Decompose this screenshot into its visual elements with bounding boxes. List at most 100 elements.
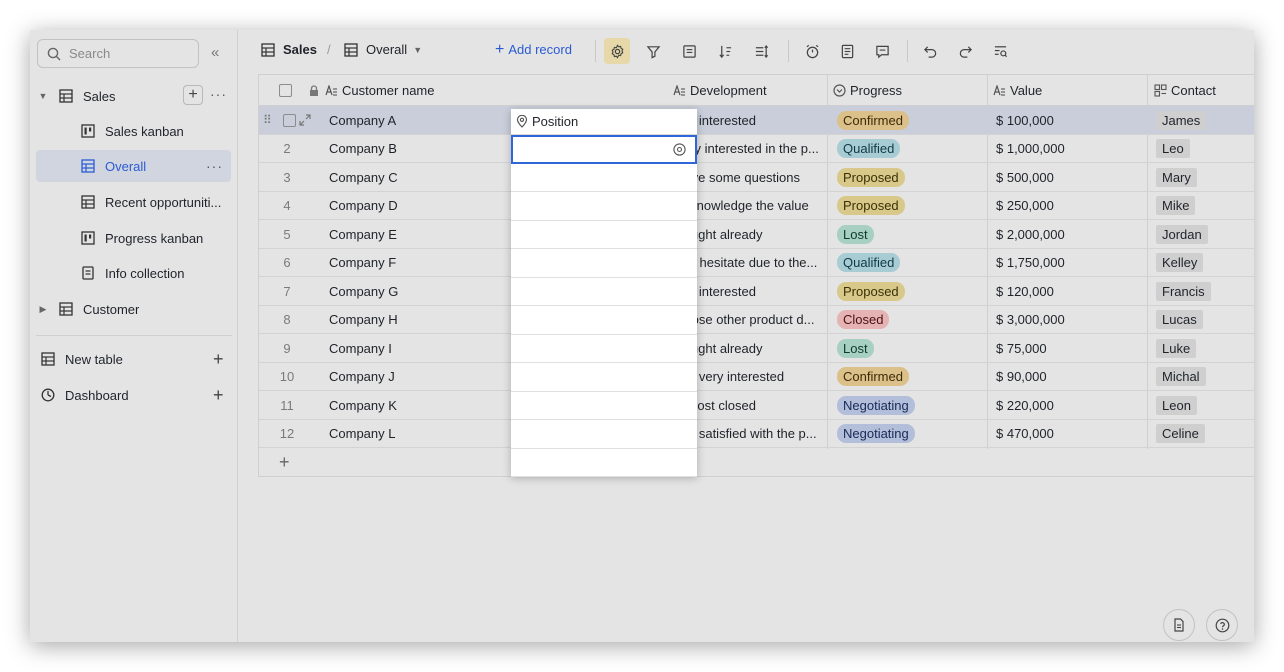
table-row[interactable]: ⠿ Company A Not interested Confirmed $ 100,0… (259, 106, 1254, 135)
select-all-checkbox[interactable] (279, 75, 299, 106)
add-row-button[interactable]: + (279, 453, 290, 471)
cell-value[interactable]: $ 1,750,000 (996, 249, 1142, 277)
table-row[interactable]: 2 Company B Very interested in the p... Qua… (259, 135, 1254, 163)
cell-development[interactable]: Acknowledge the value (675, 192, 823, 220)
expand-arrow-icon[interactable]: ▶ (38, 304, 48, 314)
cell-progress[interactable]: Confirmed (837, 106, 983, 134)
sidebar-item-recent-opportunities[interactable]: Recent opportuniti... (36, 186, 231, 218)
position-cell-editing[interactable] (511, 135, 697, 164)
cell-customer-name[interactable]: Company I (329, 334, 479, 362)
cell-customer-name[interactable]: Company D (329, 192, 479, 220)
cell-value[interactable]: $ 1,000,000 (996, 135, 1142, 163)
cell-value[interactable]: $ 75,000 (996, 334, 1142, 362)
cell-contact[interactable]: Francis (1156, 277, 1254, 305)
cell-contact[interactable]: Kelley (1156, 249, 1254, 277)
position-cell[interactable] (511, 306, 697, 335)
column-header-value[interactable]: Value (993, 75, 1148, 106)
cell-development[interactable]: Have some questions (675, 163, 823, 191)
cell-progress[interactable]: Qualified (837, 135, 983, 163)
settings-gear-icon[interactable] (604, 38, 630, 64)
row-height-icon[interactable] (751, 41, 771, 61)
cell-value[interactable]: $ 120,000 (996, 277, 1142, 305)
cell-value[interactable]: $ 250,000 (996, 192, 1142, 220)
cell-value[interactable]: $ 2,000,000 (996, 220, 1142, 248)
cell-value[interactable]: $ 500,000 (996, 163, 1142, 191)
cell-progress[interactable]: Proposed (837, 192, 983, 220)
cell-value[interactable]: $ 100,000 (996, 106, 1142, 134)
position-cell[interactable] (511, 221, 697, 249)
cell-customer-name[interactable]: Company L (329, 420, 479, 448)
cell-progress[interactable]: Closed (837, 306, 983, 334)
table-row[interactable]: 12 Company L Not satisfied with the p... Ne… (259, 420, 1254, 448)
search-input[interactable]: Search (37, 39, 199, 68)
cell-development[interactable]: Very interested in the p... (675, 135, 823, 163)
sidebar-item-progress-kanban[interactable]: Progress kanban (36, 222, 231, 254)
group-icon[interactable] (679, 41, 699, 61)
cell-customer-name[interactable]: Company J (329, 363, 479, 391)
add-dashboard-icon[interactable]: + (213, 386, 224, 404)
cell-customer-name[interactable]: Company B (329, 135, 479, 163)
position-cell[interactable] (511, 192, 697, 221)
add-table-icon[interactable]: + (213, 350, 224, 368)
undo-icon[interactable] (920, 41, 940, 61)
breadcrumb-table[interactable]: Sales (261, 42, 317, 57)
cell-development[interactable]: Almost closed (675, 391, 823, 419)
sort-icon[interactable] (715, 41, 735, 61)
cell-development[interactable]: Not very interested (675, 363, 823, 391)
table-row[interactable]: 7 Company G Not interested Proposed $ 120,00… (259, 277, 1254, 306)
table-row[interactable]: 5 Company E Bought already Lost $ 2,000,000 J… (259, 220, 1254, 249)
new-table-button[interactable]: New table (40, 343, 200, 375)
table-row[interactable]: 8 Company H Chose other product d... Closed… (259, 306, 1254, 334)
cell-progress[interactable]: Negotiating (837, 391, 983, 419)
cell-contact[interactable]: Jordan (1156, 220, 1254, 248)
cell-customer-name[interactable]: Company E (329, 220, 479, 248)
cell-contact[interactable]: Celine (1156, 420, 1254, 448)
cell-contact[interactable]: Lucas (1156, 306, 1254, 334)
cell-contact[interactable]: Luke (1156, 334, 1254, 362)
column-header-contact[interactable]: Contact (1154, 75, 1254, 106)
sidebar-item-customer[interactable]: Customer (58, 293, 218, 325)
column-header-progress[interactable]: Progress (833, 75, 988, 106)
column-header-position[interactable]: Position (511, 109, 697, 135)
cell-development[interactable]: Chose other product d... (675, 306, 823, 334)
cell-progress[interactable]: Lost (837, 334, 983, 362)
document-button[interactable] (1163, 609, 1195, 641)
cell-customer-name[interactable]: Company K (329, 391, 479, 419)
cell-progress[interactable]: Qualified (837, 249, 983, 277)
cell-contact[interactable]: Mike (1156, 192, 1254, 220)
form-icon[interactable] (837, 41, 857, 61)
cell-development[interactable]: Not satisfied with the p... (675, 420, 823, 448)
sidebar-item-info-collection[interactable]: Info collection (36, 257, 231, 289)
sidebar-item-overall[interactable]: Overall ··· (36, 150, 231, 182)
position-cell[interactable] (511, 420, 697, 449)
column-header-customer[interactable]: Customer name (309, 75, 479, 106)
expand-record-icon[interactable] (299, 106, 315, 134)
checkbox[interactable] (282, 113, 296, 127)
expand-arrow-icon[interactable]: ▼ (38, 91, 48, 101)
sidebar-item-sales[interactable]: Sales (58, 80, 178, 112)
position-cell[interactable] (511, 363, 697, 392)
position-cell[interactable] (511, 335, 697, 363)
cell-contact[interactable]: Leo (1156, 135, 1254, 163)
cell-contact[interactable]: Leon (1156, 391, 1254, 419)
cell-development[interactable]: Bought already (675, 334, 823, 362)
cell-value[interactable]: $ 3,000,000 (996, 306, 1142, 334)
cell-development[interactable]: Bought already (675, 220, 823, 248)
table-row[interactable]: 11 Company K Almost closed Negotiating $ 220… (259, 391, 1254, 420)
position-cell[interactable] (511, 449, 697, 477)
cell-development[interactable]: Not interested (675, 106, 823, 134)
location-pin-icon[interactable] (673, 143, 686, 159)
cell-value[interactable]: $ 90,000 (996, 363, 1142, 391)
position-cell[interactable] (511, 392, 697, 420)
alarm-clock-icon[interactable] (802, 41, 822, 61)
cell-customer-name[interactable]: Company F (329, 249, 479, 277)
table-row[interactable]: 4 Company D Acknowledge the value Proposed $… (259, 192, 1254, 220)
cell-contact[interactable]: James (1156, 106, 1254, 134)
cell-progress[interactable]: Negotiating (837, 420, 983, 448)
cell-development[interactable]: Not interested (675, 277, 823, 305)
drag-handle-icon[interactable]: ⠿ (263, 106, 277, 134)
position-cell[interactable] (511, 249, 697, 278)
cell-customer-name[interactable]: Company C (329, 163, 479, 191)
table-row[interactable]: 9 Company I Bought already Lost $ 75,000 Luke (259, 334, 1254, 363)
cell-contact[interactable]: Michal (1156, 363, 1254, 391)
